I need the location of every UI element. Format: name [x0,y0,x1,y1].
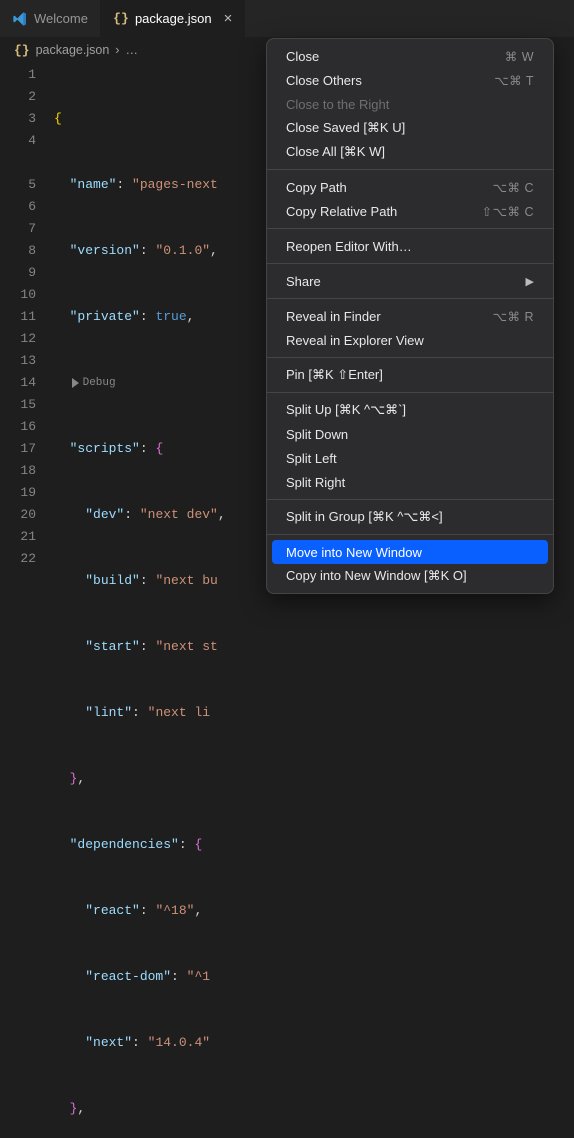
breadcrumb-rest: … [125,43,138,57]
menu-close-all[interactable]: Close All [⌘K W] [272,140,548,164]
menu-copy-new-window[interactable]: Copy into New Window [⌘K O] [272,564,548,588]
menu-split-up[interactable]: Split Up [⌘K ^⌥⌘`] [272,398,548,422]
menu-close-right: Close to the Right [272,92,548,116]
menu-reveal-finder[interactable]: Reveal in Finder⌥⌘ R [272,304,548,328]
menu-close[interactable]: Close⌘ W [272,44,548,68]
menu-separator [267,228,553,229]
menu-reveal-explorer[interactable]: Reveal in Explorer View [272,328,548,352]
menu-split-down[interactable]: Split Down [272,422,548,446]
menu-split-right[interactable]: Split Right [272,470,548,494]
line-gutter: 12345678910111213141516171819202122 [0,64,54,1138]
menu-separator [267,392,553,393]
menu-separator [267,263,553,264]
menu-split-left[interactable]: Split Left [272,446,548,470]
json-icon: {} [14,43,30,58]
menu-copy-relative-path[interactable]: Copy Relative Path⇧⌥⌘ C [272,199,548,223]
breadcrumb-file: package.json [36,43,110,57]
tab-package-json[interactable]: {} package.json × [101,0,245,37]
menu-pin[interactable]: Pin [⌘K ⇧Enter] [272,363,548,387]
debug-codelens[interactable]: Debug [70,372,116,394]
tab-context-menu: Close⌘ W Close Others⌥⌘ T Close to the R… [266,38,554,594]
menu-reopen-with[interactable]: Reopen Editor With… [272,234,548,258]
menu-close-others[interactable]: Close Others⌥⌘ T [272,68,548,92]
play-icon [72,378,79,388]
tab-welcome[interactable]: Welcome [0,0,101,37]
close-icon[interactable]: × [224,11,233,26]
tab-package-json-label: package.json [135,11,212,26]
chevron-right-icon: ▶ [526,275,534,288]
chevron-right-icon: › [115,43,119,57]
menu-separator [267,499,553,500]
menu-separator [267,298,553,299]
menu-share[interactable]: Share▶ [272,269,548,293]
menu-split-in-group[interactable]: Split in Group [⌘K ^⌥⌘<] [272,505,548,529]
menu-separator [267,534,553,535]
tab-bar: Welcome {} package.json × [0,0,574,38]
menu-copy-path[interactable]: Copy Path⌥⌘ C [272,175,548,199]
menu-separator [267,357,553,358]
menu-move-new-window[interactable]: Move into New Window [272,540,548,564]
menu-separator [267,169,553,170]
vscode-icon [12,11,28,27]
menu-close-saved[interactable]: Close Saved [⌘K U] [272,116,548,140]
json-icon: {} [113,11,129,27]
tab-welcome-label: Welcome [34,11,88,26]
